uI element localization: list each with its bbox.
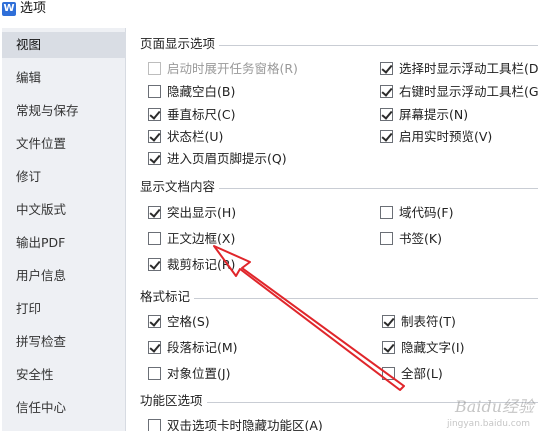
window-title: 选项 [20,1,47,16]
sidebar-item-file-location[interactable]: 文件位置 [2,131,126,157]
option-label: 全部(L) [401,366,443,381]
option-label: 隐藏空白(B) [167,84,236,99]
checkbox[interactable] [148,152,161,165]
checkbox[interactable] [380,85,393,98]
section-title-page-display: 页面显示选项 [140,37,220,51]
option-label: 突出显示(H) [167,205,237,220]
sidebar-item-trust-center[interactable]: 信任中心 [2,395,126,421]
checkbox[interactable] [148,341,161,354]
checkbox[interactable] [148,232,161,245]
sidebar-item-user-info[interactable]: 用户信息 [2,263,126,289]
option-label: 屏幕提示(N) [399,107,469,122]
watermark-url: jingyan.baidu.com [446,419,530,429]
checkbox[interactable] [148,130,161,143]
option-label: 制表符(T) [401,314,456,329]
option-label: 空格(S) [167,314,210,329]
option-label: 段落标记(M) [167,340,238,355]
option-label: 右键时显示浮动工具栏(G) [399,84,538,99]
title-bar: W 选项 [0,0,538,22]
checkbox[interactable] [148,419,161,431]
sidebar-item-general-save[interactable]: 常规与保存 [2,98,126,124]
checkbox[interactable] [380,108,393,121]
checkbox[interactable] [382,315,395,328]
checkbox[interactable] [380,130,393,143]
checkbox[interactable] [148,108,161,121]
option-label: 启用实时预览(V) [399,129,493,144]
sidebar-item-edit[interactable]: 编辑 [2,65,126,91]
option-label: 状态栏(U) [167,129,224,144]
option-label: 域代码(F) [399,205,454,220]
options-panel: 页面显示选项 启动时展开任务窗格(R) 选择时显示浮动工具栏(D) 隐藏空白(B… [132,28,538,431]
sidebar-item-revision[interactable]: 修订 [2,164,126,190]
sidebar-item-security[interactable]: 安全性 [2,362,126,388]
checkbox[interactable] [380,206,393,219]
option-label: 垂直标尺(C) [167,107,236,122]
section-title-ribbon: 功能区选项 [140,394,207,408]
option-label: 进入页眉页脚提示(Q) [167,151,287,166]
option-label: 启动时展开任务窗格(R) [167,61,298,76]
option-label: 双击选项卡时隐藏功能区(A) [167,418,323,431]
checkbox[interactable] [148,206,161,219]
checkbox[interactable] [148,315,161,328]
option-label: 裁剪标记(R) [167,257,236,272]
checkbox[interactable] [380,232,393,245]
checkbox[interactable] [382,341,395,354]
option-label: 书签(K) [399,231,442,246]
section-divider [140,298,538,299]
checkbox[interactable] [148,85,161,98]
wps-writer-icon: W [2,2,16,16]
watermark: Baidu经验 [455,397,534,416]
checkbox[interactable] [382,367,395,380]
section-title-doc-content: 显示文档内容 [140,180,220,194]
checkbox[interactable] [148,258,161,271]
options-sidebar: 视图 编辑 常规与保存 文件位置 修订 中文版式 输出PDF 用户信息 打印 拼… [2,28,126,431]
sidebar-item-print[interactable]: 打印 [2,296,126,322]
option-label: 对象位置(J) [167,366,231,381]
section-title-format-marks: 格式标记 [140,290,195,304]
sidebar-item-view[interactable]: 视图 [2,32,126,58]
sidebar-item-spell-check[interactable]: 拼写检查 [2,329,126,355]
checkbox[interactable] [380,62,393,75]
option-label: 正文边框(X) [167,231,236,246]
option-label: 隐藏文字(I) [401,340,465,355]
option-label: 选择时显示浮动工具栏(D) [399,61,538,76]
checkbox[interactable] [148,62,161,75]
sidebar-item-output-pdf[interactable]: 输出PDF [2,230,126,256]
checkbox[interactable] [148,367,161,380]
sidebar-item-chinese-layout[interactable]: 中文版式 [2,197,126,223]
